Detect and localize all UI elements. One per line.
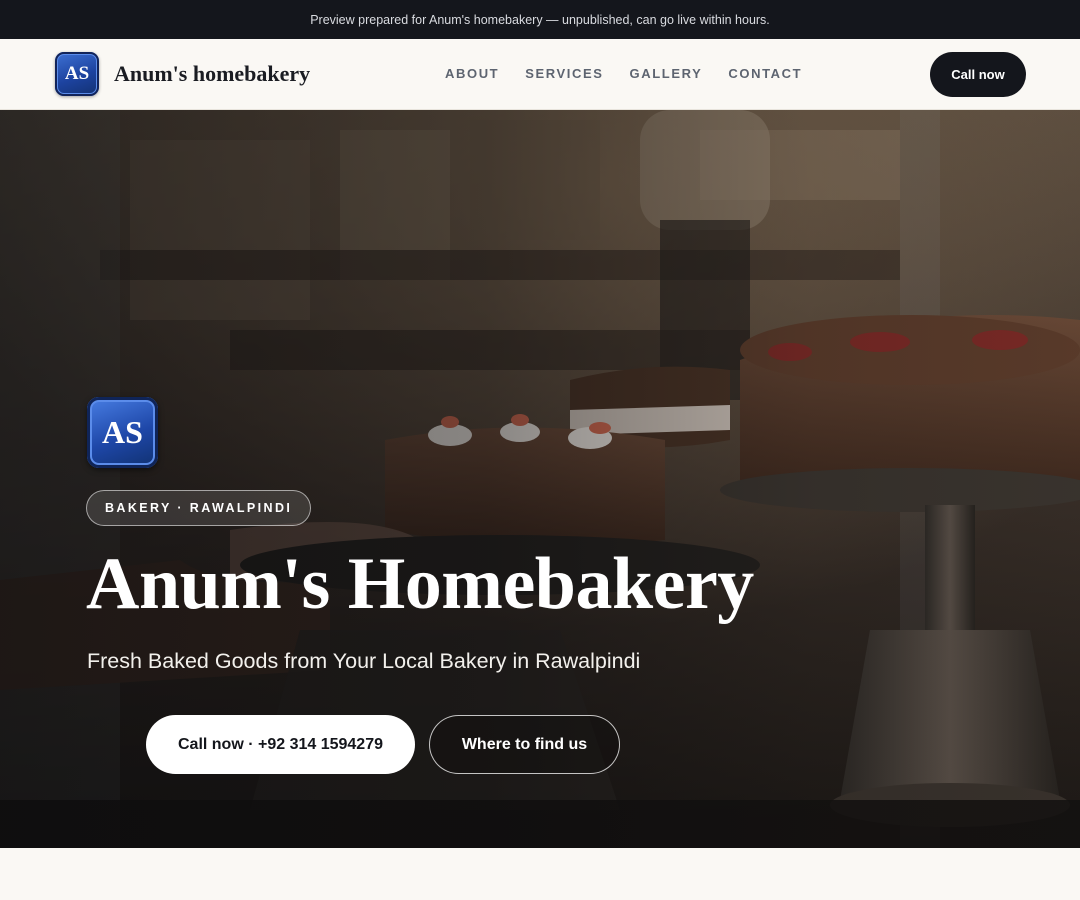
hero-call-now-button[interactable]: Call now · +92 314 1594279 <box>146 715 415 774</box>
hero-subtitle: Fresh Baked Goods from Your Local Bakery… <box>87 649 641 673</box>
next-section <box>0 848 1080 900</box>
hero-find-us-button[interactable]: Where to find us <box>429 715 620 774</box>
logo-badge[interactable]: AS <box>55 52 99 96</box>
hero-section: AS BAKERY · RAWALPINDI Anum's Homebakery… <box>0 110 1080 848</box>
hero-logo-badge: AS <box>87 397 158 468</box>
nav-about[interactable]: ABOUT <box>445 66 499 81</box>
logo-text: AS <box>64 63 90 84</box>
main-nav: ABOUT SERVICES GALLERY CONTACT <box>445 66 802 81</box>
nav-services[interactable]: SERVICES <box>525 66 603 81</box>
nav-gallery[interactable]: GALLERY <box>630 66 703 81</box>
preview-banner-text: Preview prepared for Anum's homebakery —… <box>310 12 770 27</box>
hero-logo-text: AS <box>102 414 143 450</box>
brand-name[interactable]: Anum's homebakery <box>114 61 310 87</box>
site-header: AS Anum's homebakery ABOUT SERVICES GALL… <box>0 39 1080 110</box>
preview-banner: Preview prepared for Anum's homebakery —… <box>0 0 1080 39</box>
hero-category-tag: BAKERY · RAWALPINDI <box>86 490 312 526</box>
header-call-now-button[interactable]: Call now <box>930 52 1026 97</box>
hero-title: Anum's Homebakery <box>86 543 754 625</box>
nav-contact[interactable]: CONTACT <box>728 66 802 81</box>
